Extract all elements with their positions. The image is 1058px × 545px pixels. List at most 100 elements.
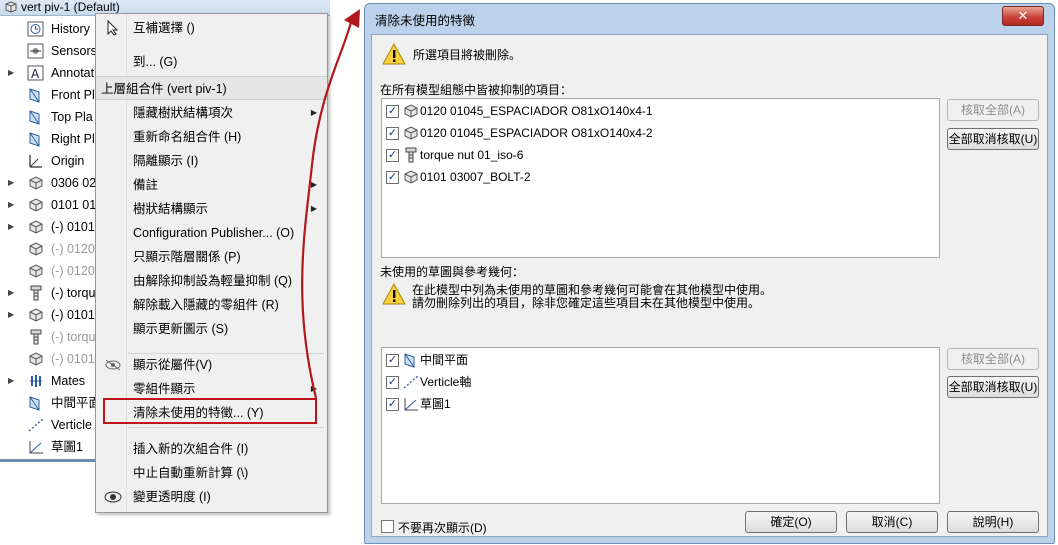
menu-item-label: 互補選擇 () <box>133 21 195 35</box>
tree-item[interactable]: Right Pl <box>0 128 100 150</box>
transparency-icon <box>103 489 123 505</box>
tree-item[interactable]: Origin <box>0 150 100 172</box>
menu-item[interactable]: Configuration Publisher... (O) <box>96 222 327 244</box>
list-item[interactable]: ✓ 0101 03007_BOLT-2 <box>384 166 904 188</box>
tree-item[interactable]: Top Pla <box>0 106 100 128</box>
sensor-icon <box>27 43 45 59</box>
menu-item-label: 隔離顯示 (I) <box>133 154 199 168</box>
menu-item[interactable]: 零組件顯示 ▶ <box>96 378 327 400</box>
tree-item[interactable]: ▶ A Annotat <box>0 62 100 84</box>
uncheck-all-button-2[interactable]: 全部取消核取(U) <box>947 376 1039 398</box>
part-icon <box>402 169 420 185</box>
menu-item[interactable]: 隱藏樹狀結構項次 ▶ <box>96 102 327 124</box>
tree-item-label: (-) torqu <box>51 330 96 344</box>
menu-item-label: 隱藏樹狀結構項次 <box>133 106 234 120</box>
plane-icon <box>27 87 45 103</box>
item-checkbox[interactable]: ✓ <box>386 376 399 389</box>
section-label-suppressed: 在所有模型組態中皆被抑制的項目： <box>380 83 573 97</box>
item-checkbox[interactable]: ✓ <box>386 149 399 162</box>
tree-item[interactable]: History <box>0 18 100 40</box>
warning-icon <box>382 283 406 305</box>
submenu-arrow-icon: ▶ <box>310 384 317 393</box>
expand-arrow-icon[interactable]: ▶ <box>8 62 14 84</box>
dont-show-again-checkbox[interactable] <box>381 520 394 533</box>
check-all-button-1[interactable]: 核取全部(A) <box>947 99 1039 121</box>
warning-text: 所選項目將被刪除。 <box>413 48 522 62</box>
list-item-label: Verticle軸 <box>420 375 472 389</box>
tree-root-label: vert piv-1 (Default) <box>21 0 120 14</box>
sketch-icon <box>27 439 45 455</box>
uncheck-all-button-1[interactable]: 全部取消核取(U) <box>947 128 1039 150</box>
list-item[interactable]: ✓ 0120 01045_ESPACIADOR O81xO140x4-1 <box>384 100 904 122</box>
expand-arrow-icon[interactable]: ▶ <box>8 194 14 216</box>
close-button[interactable]: ✕ <box>1002 6 1044 26</box>
tree-item[interactable]: (-) 0120 <box>0 238 100 260</box>
tree-item[interactable]: ▶ (-) 0101 <box>0 304 100 326</box>
list-item-label: 0120 01045_ESPACIADOR O81xO140x4-2 <box>420 126 653 140</box>
svg-text:A: A <box>31 67 40 81</box>
menu-item[interactable]: 由解除抑制設為輕量抑制 (Q) <box>96 270 327 292</box>
tree-item[interactable]: Verticle <box>0 414 100 436</box>
menu-item[interactable]: 互補選擇 () <box>96 17 327 39</box>
expand-arrow-icon[interactable]: ▶ <box>8 304 14 326</box>
expand-arrow-icon[interactable]: ▶ <box>8 216 14 238</box>
axis-icon <box>402 374 420 390</box>
submenu-arrow-icon: ▶ <box>310 180 317 189</box>
check-all-button-2[interactable]: 核取全部(A) <box>947 348 1039 370</box>
ok-button[interactable]: 確定(O) <box>745 511 837 533</box>
part-icon <box>27 307 45 323</box>
part-icon <box>27 175 45 191</box>
tree-item[interactable]: Front Pl <box>0 84 100 106</box>
list-item[interactable]: ✓ torque nut 01_iso-6 <box>384 144 904 166</box>
tree-item[interactable]: ▶ 0306 02 <box>0 172 100 194</box>
plane-icon <box>27 109 45 125</box>
menu-item[interactable]: 中止自動重新計算 (\) <box>96 462 327 484</box>
list-item[interactable]: ✓ 0120 01045_ESPACIADOR O81xO140x4-2 <box>384 122 904 144</box>
tree-item[interactable]: ▶ Mates <box>0 370 100 392</box>
tree-item-label: (-) 0120 <box>51 264 95 278</box>
tree-item[interactable]: ▶ (-) 0101 <box>0 216 100 238</box>
menu-item-highlight-box <box>103 398 317 424</box>
menu-item-label: 解除載入隱藏的零組件 (R) <box>133 298 279 312</box>
tree-item[interactable]: (-) torqu <box>0 326 100 348</box>
unused-items-list[interactable]: ✓ 中間平面 ✓ Verticle軸 ✓ 草圖1 <box>381 347 940 504</box>
menu-item[interactable]: 插入新的次組合件 (I) <box>96 438 327 460</box>
suppressed-items-list[interactable]: ✓ 0120 01045_ESPACIADOR O81xO140x4-1 ✓ 0120… <box>381 98 940 258</box>
menu-item[interactable]: 只顯示階層關係 (P) <box>96 246 327 268</box>
tree-item-label: 草圖1 <box>51 440 83 454</box>
item-checkbox[interactable]: ✓ <box>386 354 399 367</box>
bolt-icon <box>27 329 45 345</box>
menu-item[interactable]: 備註 ▶ <box>96 174 327 196</box>
menu-item[interactable]: 變更透明度 (I) <box>96 486 327 508</box>
cancel-button[interactable]: 取消(C) <box>846 511 938 533</box>
menu-item[interactable]: 重新命名組合件 (H) <box>96 126 327 148</box>
menu-item[interactable]: 隔離顯示 (I) <box>96 150 327 172</box>
tree-item[interactable]: 草圖1 <box>0 436 100 458</box>
menu-item[interactable]: 顯示更新圖示 (S) <box>96 318 327 340</box>
tree-item[interactable]: 中間平面 <box>0 392 100 414</box>
list-item[interactable]: ✓ Verticle軸 <box>384 371 904 393</box>
tree-item[interactable]: (-) 0101 <box>0 348 100 370</box>
item-checkbox[interactable]: ✓ <box>386 127 399 140</box>
expand-arrow-icon[interactable]: ▶ <box>8 282 14 304</box>
warning-icon <box>382 43 406 65</box>
menu-item[interactable]: 顯示從屬件(V) <box>96 354 327 376</box>
tree-item[interactable]: (-) 0120 <box>0 260 100 282</box>
menu-item[interactable]: 到... (G) <box>96 51 327 73</box>
expand-arrow-icon[interactable]: ▶ <box>8 370 14 392</box>
item-checkbox[interactable]: ✓ <box>386 105 399 118</box>
menu-item-label: 只顯示階層關係 (P) <box>133 250 241 264</box>
tree-item-label: Origin <box>51 154 85 168</box>
menu-item[interactable]: 解除載入隱藏的零組件 (R) <box>96 294 327 316</box>
expand-arrow-icon[interactable]: ▶ <box>8 172 14 194</box>
list-item[interactable]: ✓ 中間平面 <box>384 349 904 371</box>
tree-item[interactable]: ▶ (-) torqu <box>0 282 100 304</box>
item-checkbox[interactable]: ✓ <box>386 398 399 411</box>
tree-item[interactable]: Sensors <box>0 40 100 62</box>
tree-item[interactable]: ▶ 0101 01 <box>0 194 100 216</box>
tree-item-label: Verticle <box>51 418 92 432</box>
list-item[interactable]: ✓ 草圖1 <box>384 393 904 415</box>
item-checkbox[interactable]: ✓ <box>386 171 399 184</box>
help-button[interactable]: 說明(H) <box>947 511 1039 533</box>
menu-item[interactable]: 樹狀結構顯示 ▶ <box>96 198 327 220</box>
